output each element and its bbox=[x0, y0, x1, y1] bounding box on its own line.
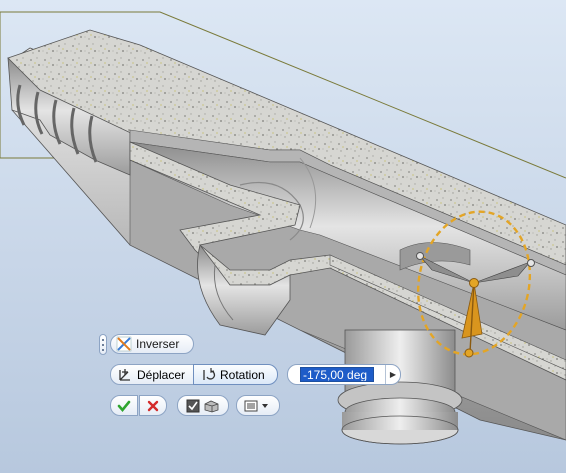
options-dropdown[interactable] bbox=[236, 395, 280, 416]
close-icon bbox=[146, 399, 160, 413]
inverser-button[interactable]: Inverser bbox=[110, 334, 194, 354]
ok-button[interactable] bbox=[110, 395, 138, 416]
cancel-button[interactable] bbox=[139, 395, 167, 416]
list-menu-icon bbox=[243, 399, 273, 413]
deplacer-label: Déplacer bbox=[137, 367, 186, 382]
inverser-label: Inverser bbox=[136, 337, 180, 351]
deplacer-tab[interactable]: Déplacer bbox=[110, 364, 194, 385]
angle-field[interactable]: ▶ bbox=[287, 364, 401, 385]
checkbox-solid-icon bbox=[186, 399, 220, 413]
toolbar-grip[interactable] bbox=[99, 334, 107, 355]
angle-input[interactable] bbox=[300, 367, 374, 382]
3d-viewport[interactable] bbox=[0, 0, 566, 473]
rotation-label: Rotation bbox=[220, 367, 265, 382]
checkmark-icon bbox=[117, 399, 131, 413]
vertical-stub bbox=[337, 329, 463, 445]
gizmo-bottom-handle[interactable] bbox=[464, 348, 474, 358]
chevron-right-icon[interactable]: ▶ bbox=[385, 365, 400, 384]
gizmo-center-handle[interactable] bbox=[469, 278, 479, 288]
gizmo-left-handle[interactable] bbox=[416, 252, 424, 260]
rotation-tab[interactable]: Rotation bbox=[193, 364, 278, 385]
mode-button[interactable] bbox=[177, 395, 229, 416]
move-axes-icon bbox=[116, 367, 134, 383]
rotate-icon bbox=[199, 367, 217, 383]
flip-direction-icon bbox=[115, 336, 133, 352]
gizmo-right-handle[interactable] bbox=[527, 259, 535, 267]
